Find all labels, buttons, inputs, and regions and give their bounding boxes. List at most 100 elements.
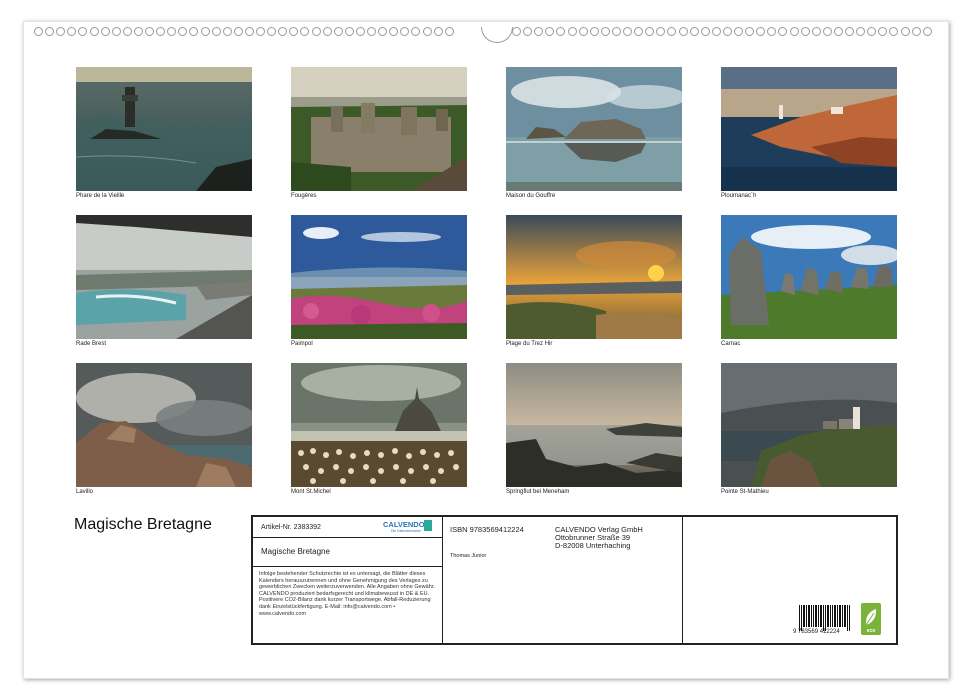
binding-ring [545, 27, 555, 36]
binding-ring [711, 27, 721, 36]
binding-ring [56, 27, 66, 36]
photo-carnac [721, 215, 897, 339]
photo-springflut-bei-meneham [506, 363, 682, 487]
photo-ploumanach [721, 67, 897, 191]
binding-ring [589, 27, 599, 36]
calendar-title: Magische Bretagne [74, 516, 212, 533]
photo-caption: Maison du Gouffre [506, 193, 556, 199]
binding-ring [256, 27, 265, 36]
binding-ring [734, 27, 743, 36]
binding-ring [889, 27, 899, 36]
binding-ring [645, 27, 655, 36]
binding-ring [300, 27, 310, 36]
calvendo-logo: CALVENDO [383, 520, 425, 529]
binding-ring [322, 27, 332, 36]
photo-fougeres [291, 67, 467, 191]
photo-paimpol [291, 215, 467, 339]
binding-ring [444, 27, 454, 36]
binding-ring [867, 27, 877, 36]
binding-ring [856, 27, 866, 36]
binding-ring [278, 27, 288, 36]
binding-ring [400, 27, 410, 36]
binding-ring [534, 27, 544, 36]
binding-ring [100, 27, 110, 36]
photo-pointe-st-mathieu [721, 363, 897, 487]
photo-mont-st-michel [291, 363, 467, 487]
binding-ring [700, 27, 710, 36]
binding-ring [145, 27, 154, 36]
binding-ring [133, 27, 143, 36]
photo-maison-du-gouffre [506, 67, 682, 191]
binding-ring [222, 27, 232, 36]
binding-ring [233, 27, 243, 36]
binding-ring [67, 27, 77, 36]
binding-ring [367, 27, 376, 36]
publisher-city: D-82008 Unterhaching [555, 541, 631, 550]
binding-ring [634, 27, 644, 36]
binding-ring [833, 27, 843, 36]
photo-caption: Mont St.Michel [291, 489, 331, 495]
binding-ring [344, 27, 354, 36]
photo-caption: Rade Brest [76, 341, 107, 347]
photo-caption: Pointe St-Mathieu [721, 489, 769, 495]
binding-ring [911, 27, 921, 36]
binding-ring [200, 27, 210, 36]
eco-label-text: eco [866, 628, 876, 634]
rights-notice: Infolge bestehender Schutzrechte ist es … [259, 571, 435, 617]
binding-ring [523, 27, 533, 36]
binding-ring [667, 27, 677, 36]
binding-ring [178, 27, 188, 36]
binding-ring [389, 27, 399, 36]
binding-ring [433, 27, 443, 36]
binding-ring [800, 27, 810, 36]
ean-barcode [799, 605, 850, 631]
binding-ring [567, 27, 577, 36]
binding-ring [845, 27, 854, 36]
binding-ring [167, 27, 177, 36]
photo-lavillo [76, 363, 252, 487]
binding-ring [600, 27, 610, 36]
isbn: ISBN 9783569412224 [450, 525, 524, 534]
binding-ring [623, 27, 632, 36]
binding-ring [156, 27, 166, 36]
binding-ring [289, 27, 299, 36]
binding-ring [778, 27, 788, 36]
binding-ring [111, 27, 121, 36]
binding-ring [512, 27, 521, 36]
binding-ring [878, 27, 888, 36]
binding-ring [556, 27, 566, 36]
binding-ring [333, 27, 343, 36]
binding-ring [722, 27, 732, 36]
binding-ring [244, 27, 254, 36]
binding-ring [767, 27, 777, 36]
binding-ring [745, 27, 755, 36]
binding-ring [89, 27, 99, 36]
binding-ring [411, 27, 421, 36]
binding-ring [922, 27, 932, 36]
binding-ring [789, 27, 799, 36]
binding-ring [611, 27, 621, 36]
binding-ring [689, 27, 699, 36]
binding-ring [45, 27, 55, 36]
binding-ring [378, 27, 388, 36]
photo-caption: Lavillo [76, 489, 94, 495]
binding-ring [822, 27, 832, 36]
binding-ring [122, 27, 132, 36]
binding-ring [678, 27, 688, 36]
publisher-info-box: Artikel-Nr. 2383392 CALVENDO Die Kalende… [251, 515, 898, 645]
article-number: Artikel-Nr. 2383392 [261, 524, 321, 531]
binding-rings [34, 27, 938, 43]
photo-phare-de-la-vieille [76, 67, 252, 191]
binding-ring [900, 27, 910, 36]
barcode-digits: 9 783569 412224 [793, 629, 840, 635]
binding-ring [355, 27, 365, 36]
photo-caption: Paimpol [291, 341, 313, 347]
binding-ring [189, 27, 199, 36]
info-title: Magische Bretagne [261, 547, 330, 556]
photo-rade-brest [76, 215, 252, 339]
binding-ring [578, 27, 588, 36]
photo-caption: Carnac [721, 341, 741, 347]
photo-caption: Phare de la Vieille [76, 193, 125, 199]
hanger-hook [481, 27, 513, 43]
binding-ring [267, 27, 277, 36]
